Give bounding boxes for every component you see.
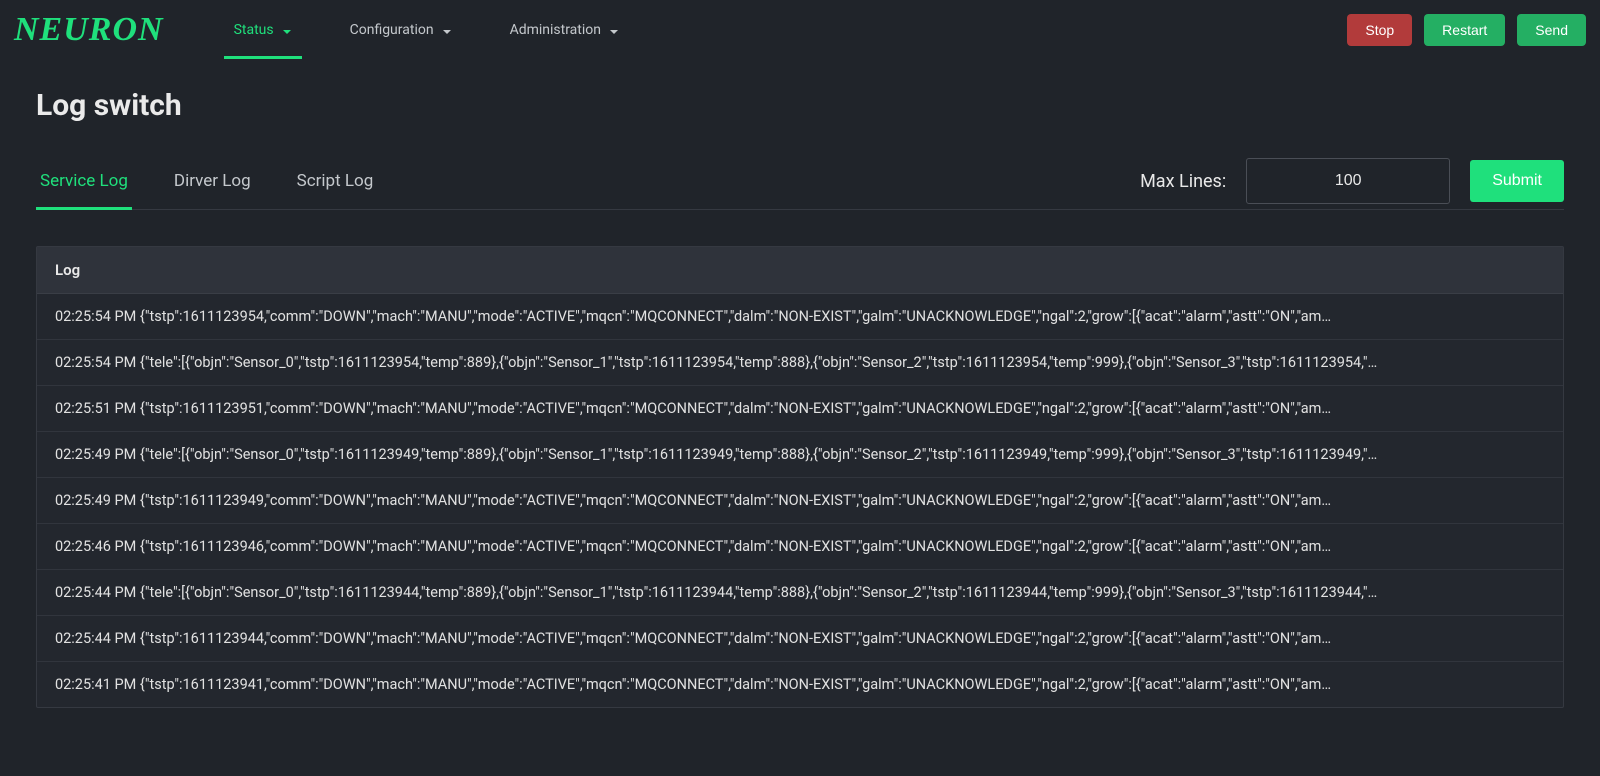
topbar: NEURON Status Configuration Administrati… — [0, 0, 1600, 60]
log-row: 02:25:54 PM {"tstp":1611123954,"comm":"D… — [37, 294, 1563, 340]
nav-item-label: Configuration — [350, 22, 434, 38]
stop-button[interactable]: Stop — [1347, 14, 1412, 46]
submit-button[interactable]: Submit — [1470, 160, 1564, 202]
tab-script-log[interactable]: Script Log — [293, 153, 378, 209]
logo: NEURON — [14, 11, 164, 49]
maxlines-label: Max Lines: — [1140, 171, 1226, 192]
log-row: 02:25:51 PM {"tstp":1611123951,"comm":"D… — [37, 386, 1563, 432]
log-row: 02:25:44 PM {"tele":[{"objn":"Sensor_0",… — [37, 570, 1563, 616]
tabs-right-controls: Max Lines: Submit — [1140, 158, 1564, 204]
nav-item-configuration[interactable]: Configuration — [340, 4, 462, 56]
log-row: 02:25:54 PM {"tele":[{"objn":"Sensor_0",… — [37, 340, 1563, 386]
tab-service-log[interactable]: Service Log — [36, 153, 132, 209]
log-row: 02:25:49 PM {"tstp":1611123949,"comm":"D… — [37, 478, 1563, 524]
log-table-body: 02:25:54 PM {"tstp":1611123954,"comm":"D… — [37, 294, 1563, 707]
nav-item-status[interactable]: Status — [224, 4, 302, 59]
main-content: Log switch Service Log Dirver Log Script… — [0, 60, 1600, 708]
chevron-down-icon — [609, 25, 619, 35]
send-button[interactable]: Send — [1517, 14, 1586, 46]
restart-button[interactable]: Restart — [1424, 14, 1505, 46]
log-row: 02:25:46 PM {"tstp":1611123946,"comm":"D… — [37, 524, 1563, 570]
chevron-down-icon — [282, 25, 292, 35]
log-row: 02:25:41 PM {"tstp":1611123941,"comm":"D… — [37, 662, 1563, 707]
log-tabs: Service Log Dirver Log Script Log — [36, 153, 377, 209]
page-title: Log switch — [36, 88, 1564, 123]
nav-item-label: Administration — [510, 22, 601, 38]
log-row: 02:25:44 PM {"tstp":1611123944,"comm":"D… — [37, 616, 1563, 662]
nav-item-label: Status — [234, 22, 274, 38]
log-table: Log 02:25:54 PM {"tstp":1611123954,"comm… — [36, 246, 1564, 708]
nav-item-administration[interactable]: Administration — [500, 4, 629, 56]
maxlines-input[interactable] — [1246, 158, 1450, 204]
log-row: 02:25:49 PM {"tele":[{"objn":"Sensor_0",… — [37, 432, 1563, 478]
tabs-row: Service Log Dirver Log Script Log Max Li… — [36, 153, 1564, 210]
topbar-actions: Stop Restart Send — [1347, 14, 1586, 46]
log-table-header: Log — [37, 247, 1563, 294]
tab-dirver-log[interactable]: Dirver Log — [170, 153, 255, 209]
top-nav: Status Configuration Administration — [224, 4, 629, 56]
chevron-down-icon — [442, 25, 452, 35]
